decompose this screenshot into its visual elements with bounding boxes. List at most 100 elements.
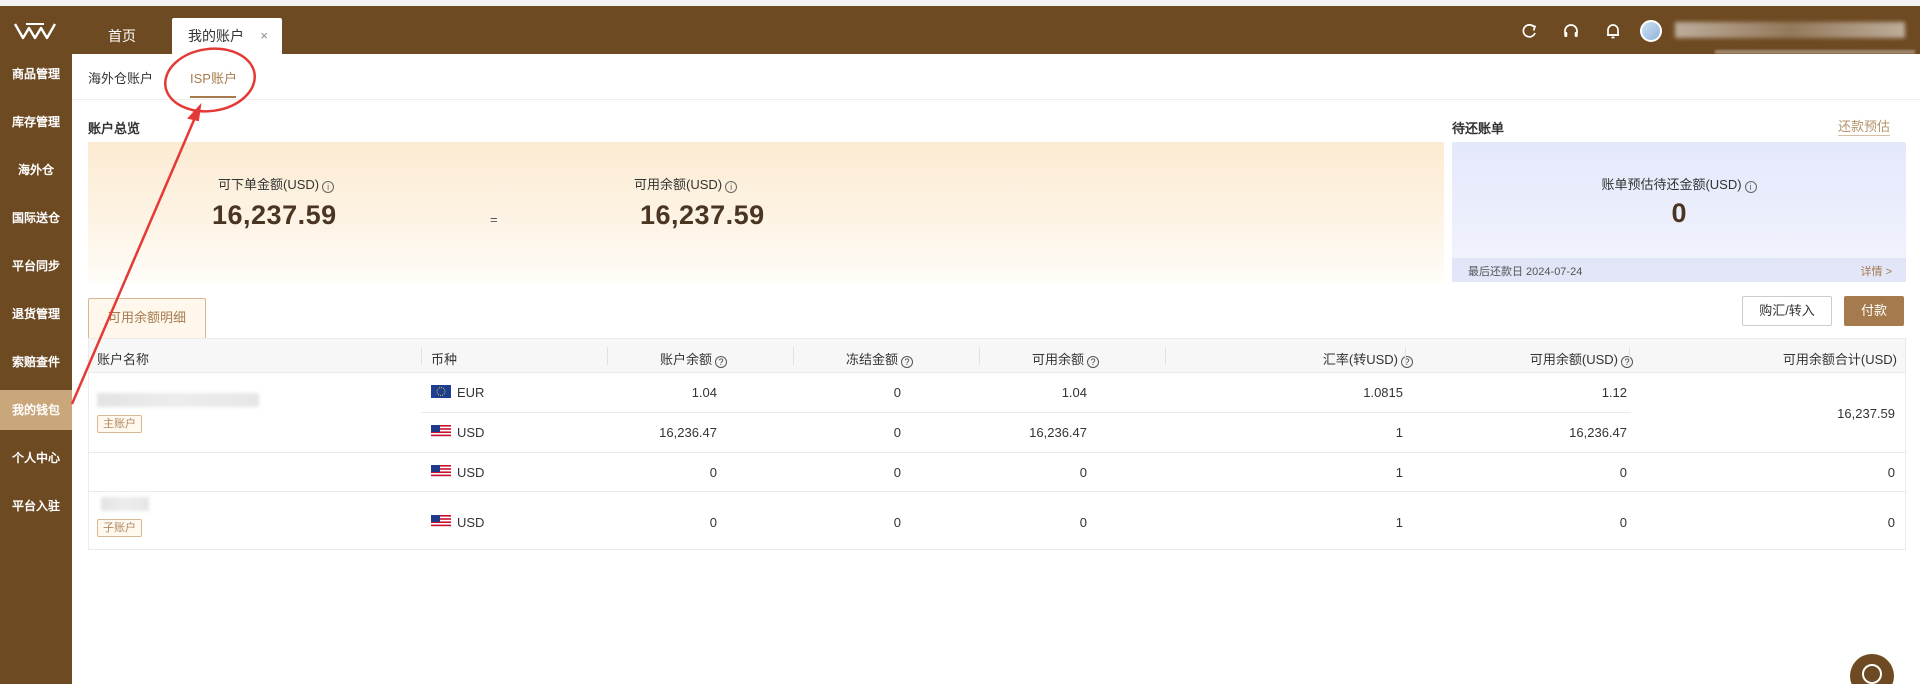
info-icon[interactable]: i — [322, 181, 335, 193]
available-usd-cell: 16,236.47 — [1569, 425, 1627, 440]
bill-estimate-label: 账单预估待还金额(USD) i — [1452, 174, 1906, 193]
active-tab-indicator — [190, 96, 236, 98]
sub-account-badge: 子账户 — [97, 519, 142, 537]
tab-home[interactable]: 首页 — [108, 18, 136, 54]
col-available-usd-text: 可用余额(USD) — [1529, 352, 1618, 367]
exchange-transfer-button[interactable]: 购汇/转入 — [1742, 296, 1832, 326]
available-usd-cell: 1.12 — [1601, 385, 1627, 400]
col-available-total-usd: 可用余额合计(USD) — [1782, 352, 1897, 367]
us-flag-icon — [431, 515, 451, 528]
rate-cell: 1 — [1395, 515, 1403, 530]
help-icon[interactable]: ? — [1621, 356, 1633, 368]
sidebar: 商品管理 库存管理 海外仓 国际送仓 平台同步 退货管理 索赔查件 我的钱包 个… — [0, 54, 72, 684]
col-frozen-amount: 冻结金额? — [846, 349, 913, 368]
orderable-amount-value: 16,237.59 — [212, 200, 337, 230]
orderable-amount-label: 可下单金额(USD) i — [218, 174, 335, 193]
available-total-cell: 0 — [1887, 465, 1895, 480]
bill-estimate-label-text: 账单预估待还金额(USD) — [1601, 177, 1742, 192]
info-icon[interactable]: i — [725, 181, 738, 193]
sidebar-item-intl-delivery[interactable]: 国际送仓 — [0, 198, 72, 238]
available-balance-value: 16,237.59 — [640, 200, 765, 230]
top-bar: 首页 我的账户 × — [0, 6, 1920, 54]
orderable-amount-label-text: 可下单金额(USD) — [218, 177, 320, 192]
refresh-icon[interactable] — [1520, 22, 1538, 40]
balance-detail-table: 账户名称 币种 账户余额? 冻结金额? 可用余额? 汇率(转USD)? 可用余额… — [88, 338, 1907, 550]
currency-cell: USD — [457, 465, 485, 480]
frozen-cell: 0 — [893, 385, 901, 400]
avatar[interactable] — [1640, 20, 1662, 42]
tab-overseas-account[interactable]: 海外仓账户 — [88, 68, 153, 87]
col-account-name: 账户名称 — [97, 352, 150, 367]
tab-my-account[interactable]: 我的账户 × — [172, 18, 282, 54]
account-overview-card: 可下单金额(USD) i 16,237.59 = 可用余额(USD) i 16,23… — [88, 142, 1444, 282]
available-cell: 0 — [1079, 515, 1087, 530]
available-total-cell: 0 — [1887, 515, 1895, 530]
available-usd-cell: 0 — [1619, 515, 1627, 530]
sidebar-item-profile[interactable]: 个人中心 — [0, 438, 72, 478]
account-name-redacted — [97, 393, 259, 407]
pending-bill-title: 待还账单 — [1452, 121, 1505, 136]
sidebar-item-returns[interactable]: 退货管理 — [0, 294, 72, 334]
sidebar-item-platform-join[interactable]: 平台入驻 — [0, 486, 72, 526]
col-exchange-rate: 汇率(转USD)? — [1323, 349, 1413, 368]
sidebar-item-platform-sync[interactable]: 平台同步 — [0, 246, 72, 286]
main-content: 海外仓账户 ISP账户 账户总览 待还账单 还款预估 可下单金额(USD) i 1… — [72, 54, 1920, 684]
pay-button[interactable]: 付款 — [1844, 296, 1904, 326]
bill-detail-link[interactable]: 详情 > — [1861, 263, 1892, 279]
available-cell: 0 — [1079, 465, 1087, 480]
pending-bill-card: 账单预估待还金额(USD) i 0 最后还款日 2024-07-24 详情 > — [1452, 142, 1906, 282]
sidebar-item-wallet[interactable]: 我的钱包 — [0, 390, 72, 430]
help-icon[interactable]: ? — [1087, 356, 1099, 368]
available-balance-label: 可用余额(USD) i — [634, 174, 738, 193]
col-frozen-amount-text: 冻结金额 — [845, 352, 898, 367]
available-total-cell: 16,237.59 — [1837, 406, 1895, 421]
bill-footer: 最后还款日 2024-07-24 详情 > — [1452, 258, 1906, 282]
account-subtabs: 海外仓账户 ISP账户 — [72, 54, 1920, 100]
sidebar-item-claims[interactable]: 索赔查件 — [0, 342, 72, 382]
info-icon[interactable]: i — [1744, 181, 1757, 193]
col-account-balance-text: 账户余额 — [659, 352, 712, 367]
col-exchange-rate-text: 汇率(转USD) — [1322, 352, 1398, 367]
frozen-cell: 0 — [893, 515, 901, 530]
tab-isp-account[interactable]: ISP账户 — [190, 68, 237, 87]
sidebar-item-inventory[interactable]: 库存管理 — [0, 102, 72, 142]
main-account-badge: 主账户 — [97, 415, 142, 433]
equals-sign: = — [490, 212, 498, 227]
bill-estimate-value: 0 — [1671, 198, 1687, 228]
eu-flag-icon — [431, 385, 451, 398]
rate-cell: 1.0815 — [1363, 385, 1403, 400]
tab-available-balance-detail[interactable]: 可用余额明细 — [88, 298, 206, 338]
available-balance-label-text: 可用余额(USD) — [634, 177, 723, 192]
frozen-cell: 0 — [893, 425, 901, 440]
available-cell: 16,236.47 — [1029, 425, 1087, 440]
rate-cell: 1 — [1395, 425, 1403, 440]
help-icon[interactable]: ? — [901, 356, 913, 368]
headset-icon[interactable] — [1562, 22, 1580, 40]
help-icon[interactable]: ? — [715, 356, 727, 368]
bell-icon[interactable] — [1604, 22, 1622, 40]
col-currency: 币种 — [431, 352, 458, 367]
currency-cell: EUR — [457, 385, 485, 400]
rate-cell: 1 — [1395, 465, 1403, 480]
col-account-balance: 账户余额? — [660, 349, 727, 368]
currency-cell: USD — [457, 425, 485, 440]
sidebar-item-overseas-warehouse[interactable]: 海外仓 — [0, 150, 72, 190]
available-cell: 1.04 — [1061, 385, 1087, 400]
balance-cell: 0 — [709, 465, 717, 480]
table-body: 主账户 EUR 1.04 0 1.04 1.0815 1.12 USD 16,2… — [89, 373, 1907, 549]
frozen-cell: 0 — [893, 465, 901, 480]
user-name-redacted[interactable] — [1675, 22, 1905, 38]
help-icon[interactable]: ? — [1401, 356, 1413, 368]
available-usd-cell: 0 — [1619, 465, 1627, 480]
account-name-redacted — [101, 497, 149, 511]
currency-cell: USD — [457, 515, 485, 530]
sidebar-item-products[interactable]: 商品管理 — [0, 54, 72, 94]
balance-cell: 1.04 — [691, 385, 717, 400]
col-available-balance: 可用余额? — [1032, 349, 1099, 368]
balance-cell: 16,236.47 — [659, 425, 717, 440]
brand-logo-icon[interactable] — [14, 22, 56, 40]
close-icon[interactable]: × — [260, 18, 268, 54]
table-header: 账户名称 币种 账户余额? 冻结金额? 可用余额? 汇率(转USD)? 可用余额… — [89, 339, 1905, 373]
balance-cell: 0 — [709, 515, 717, 530]
repay-estimate-link[interactable]: 还款预估 — [1838, 116, 1891, 136]
